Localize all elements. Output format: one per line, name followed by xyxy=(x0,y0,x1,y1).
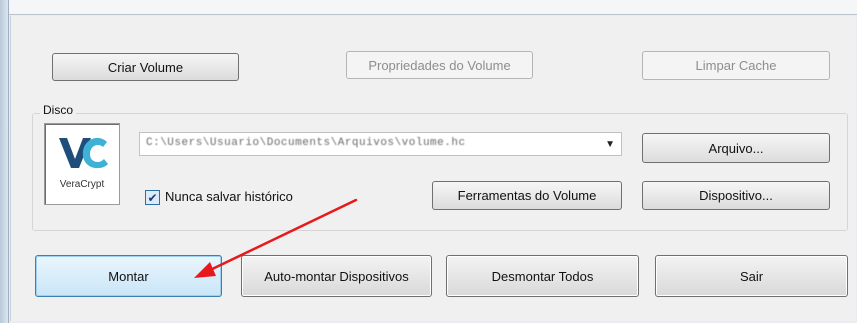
window-left-border xyxy=(0,0,9,323)
never-save-history-checkbox[interactable]: ✔ xyxy=(145,190,160,205)
volume-tools-button[interactable]: Ferramentas do Volume xyxy=(432,181,622,210)
veracrypt-logo: VeraCrypt xyxy=(44,123,120,205)
volume-path-combobox[interactable]: C:\Users\Usuario\Documents\Arquivos\volu… xyxy=(139,132,622,156)
disk-groupbox xyxy=(32,113,848,231)
select-file-button[interactable]: Arquivo... xyxy=(642,133,830,163)
never-save-history-label[interactable]: Nunca salvar histórico xyxy=(165,189,293,204)
mount-button[interactable]: Montar xyxy=(35,255,222,297)
wipe-cache-button[interactable]: Limpar Cache xyxy=(642,51,830,80)
create-volume-button[interactable]: Criar Volume xyxy=(52,53,239,81)
logo-text: VeraCrypt xyxy=(59,179,105,190)
auto-mount-devices-button[interactable]: Auto-montar Dispositivos xyxy=(241,255,432,297)
select-device-button[interactable]: Dispositivo... xyxy=(642,181,830,210)
dropdown-arrow-icon[interactable]: ▼ xyxy=(605,139,615,150)
volume-properties-button[interactable]: Propriedades do Volume xyxy=(346,51,533,79)
dismount-all-button[interactable]: Desmontar Todos xyxy=(446,255,639,297)
disk-group-label: Disco xyxy=(40,103,77,117)
exit-button[interactable]: Sair xyxy=(655,255,848,297)
drive-list-bottom-edge xyxy=(9,0,857,15)
volume-path-value: C:\Users\Usuario\Documents\Arquivos\volu… xyxy=(146,137,466,149)
veracrypt-logo-icon xyxy=(59,138,108,169)
checkmark-icon: ✔ xyxy=(147,190,158,205)
